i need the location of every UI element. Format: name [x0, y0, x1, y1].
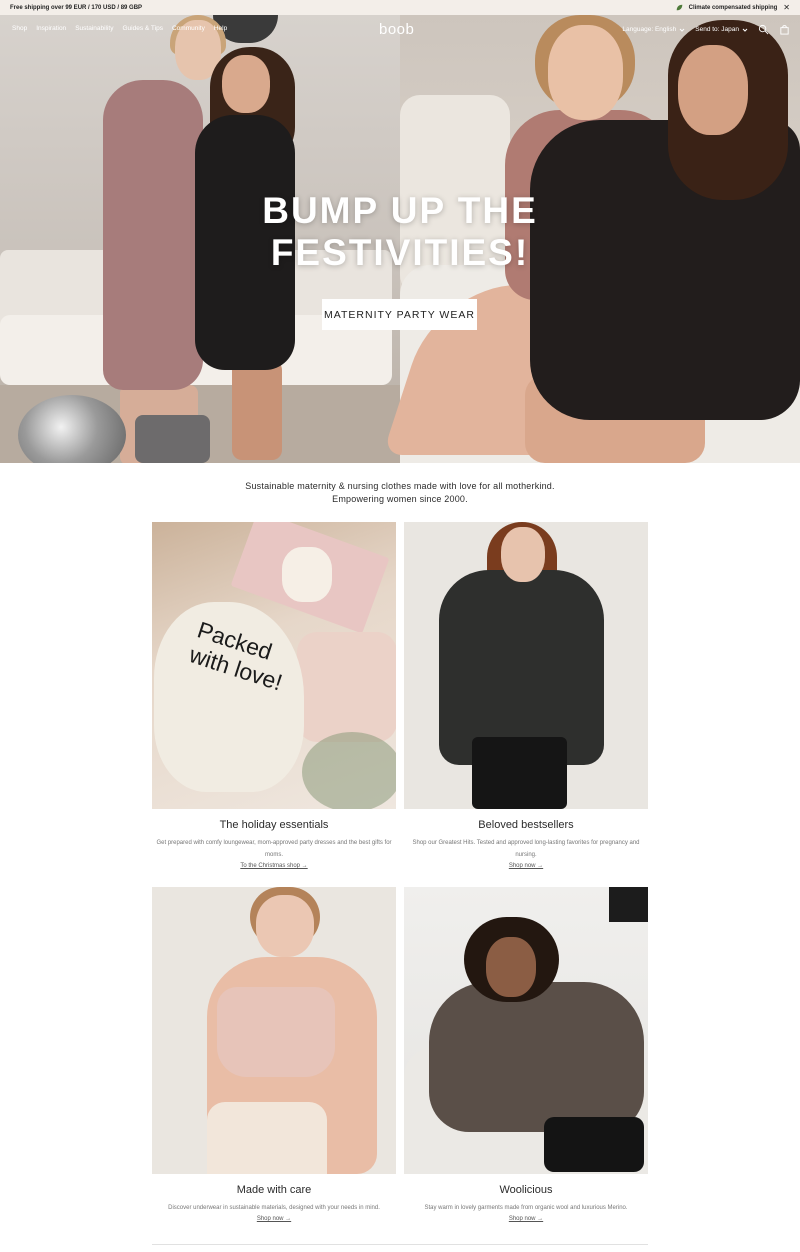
nav-link-guides-tips[interactable]: Guides & Tips	[123, 25, 163, 32]
search-icon[interactable]	[758, 24, 769, 35]
card-description: Get prepared with comfy loungewear, mom-…	[156, 840, 392, 858]
shop-now-link[interactable]: Shop now →	[404, 1216, 648, 1222]
section-divider	[152, 1244, 648, 1245]
card-title: The holiday essentials	[219, 819, 329, 831]
language-label: Language: English	[622, 26, 677, 33]
hero-title-line2: FESTIVITIES!	[270, 232, 530, 273]
nav-link-sustainability[interactable]: Sustainability	[75, 25, 113, 32]
send-to-label: Send to: Japan	[695, 26, 739, 33]
christmas-shop-link[interactable]: To the Christmas shop →	[152, 863, 396, 869]
announcement-right: Climate compensated shipping ✕	[676, 3, 790, 12]
close-icon[interactable]: ✕	[783, 3, 790, 12]
language-selector[interactable]: Language: English	[622, 26, 685, 33]
card-title: Beloved bestsellers	[478, 819, 574, 831]
leaf-icon	[676, 4, 682, 11]
nav-link-help[interactable]: Help	[214, 25, 227, 32]
nav-right: Language: English Send to: Japan	[622, 24, 790, 35]
shopping-bag-icon[interactable]	[779, 24, 790, 35]
card-title: Made with care	[236, 1184, 312, 1196]
shop-now-link[interactable]: Shop now →	[404, 863, 648, 869]
card-image[interactable]	[152, 887, 396, 1174]
intro-line2: Empowering women since 2000.	[332, 494, 468, 504]
card-image[interactable]	[404, 522, 648, 809]
announcement-bar: Free shipping over 99 EUR / 170 USD / 89…	[0, 0, 800, 15]
hero-title-line1: BUMP UP THE	[262, 190, 538, 231]
nav-links: Shop Inspiration Sustainability Guides &…	[12, 25, 227, 32]
nav-link-inspiration[interactable]: Inspiration	[36, 25, 66, 32]
card-description: Shop our Greatest Hits. Tested and appro…	[412, 840, 640, 858]
hero-banner[interactable]: BUMP UP THE FESTIVITIES! MATERNITY PARTY…	[0, 15, 800, 463]
card-image[interactable]	[404, 887, 648, 1174]
climate-shipping-text: Climate compensated shipping	[688, 4, 778, 11]
shop-now-link[interactable]: Shop now →	[152, 1216, 396, 1222]
intro-text: Sustainable maternity & nursing clothes …	[0, 480, 800, 506]
card-description: Discover underwear in sustainable materi…	[168, 1205, 380, 1211]
send-to-selector[interactable]: Send to: Japan	[695, 26, 748, 33]
card-title: Woolicious	[499, 1184, 553, 1196]
chevron-down-icon	[742, 28, 748, 32]
card-description: Stay warm in lovely garments made from o…	[424, 1205, 628, 1211]
intro-line1: Sustainable maternity & nursing clothes …	[245, 481, 555, 491]
card-image[interactable]: Packed with love!	[152, 522, 396, 809]
free-shipping-text: Free shipping over 99 EUR / 170 USD / 89…	[10, 4, 143, 11]
chevron-down-icon	[679, 28, 685, 32]
hero-title: BUMP UP THE FESTIVITIES!	[0, 190, 800, 274]
logo[interactable]: boob	[379, 21, 414, 38]
nav-link-shop[interactable]: Shop	[12, 25, 27, 32]
main-nav: Shop Inspiration Sustainability Guides &…	[0, 15, 800, 45]
maternity-party-wear-button[interactable]: MATERNITY PARTY WEAR	[322, 299, 477, 330]
nav-link-community[interactable]: Community	[172, 25, 205, 32]
